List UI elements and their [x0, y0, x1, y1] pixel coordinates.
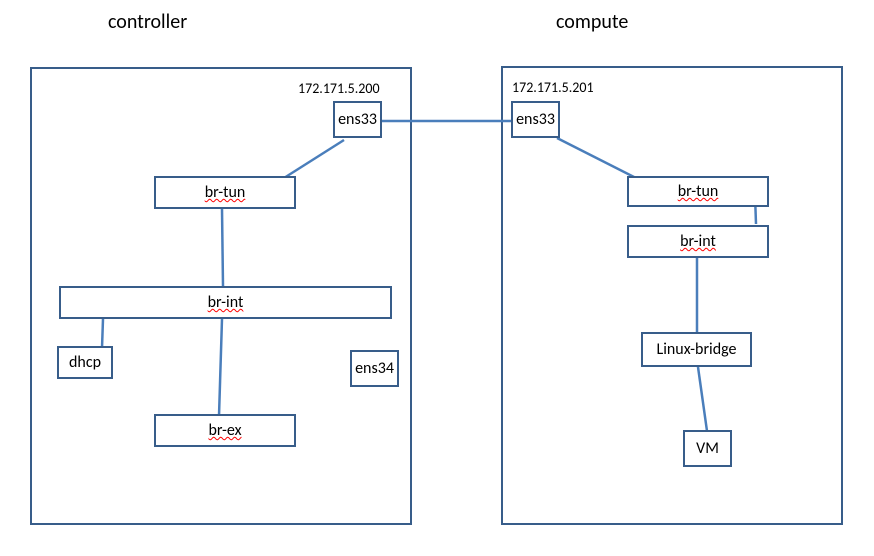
controller-brint: br-int [59, 286, 392, 319]
controller-brex: br-ex [154, 414, 296, 447]
controller-dhcp: dhcp [57, 346, 113, 379]
compute-brint: br-int [627, 225, 769, 258]
controller-ens33: ens33 [333, 101, 382, 138]
compute-title: compute [556, 10, 628, 34]
compute-linuxbridge: Linux-bridge [641, 332, 752, 367]
compute-ens33: ens33 [511, 101, 560, 138]
controller-brtun: br-tun [154, 176, 296, 209]
compute-brtun: br-tun [627, 176, 769, 207]
controller-title: controller [108, 10, 187, 34]
compute-ip: 172.171.5.201 [512, 79, 594, 96]
controller-ip: 172.171.5.200 [298, 80, 380, 97]
compute-vm: VM [683, 430, 732, 467]
controller-ens34: ens34 [350, 350, 399, 387]
diagram-canvas: controller compute 172.171.5.200 172.171… [0, 0, 874, 556]
